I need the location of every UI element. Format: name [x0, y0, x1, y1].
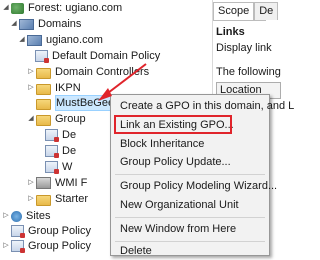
collapse-arrow-icon[interactable]: ◢ [27, 112, 35, 126]
ou-folder-icon [36, 67, 51, 79]
collapse-arrow-icon[interactable]: ◢ [18, 33, 26, 47]
sites-icon [11, 210, 22, 222]
tree-node-gpo[interactable]: De [45, 144, 76, 158]
menu-item-gp-update[interactable]: Group Policy Update... [111, 153, 269, 171]
wmi-label: WMI F [55, 177, 88, 189]
starter-label: Starter [55, 193, 89, 205]
tab-divider [213, 20, 266, 21]
gp-results-icon [11, 240, 25, 253]
tree-node-domain-controllers[interactable]: ▷ Domain Controllers [27, 65, 149, 79]
domain-controllers-label: Domain Controllers [55, 66, 150, 78]
sites-label: Sites [26, 210, 51, 222]
ikpn-label: IKPN [55, 82, 81, 94]
expand-arrow-icon[interactable]: ▷ [27, 81, 35, 95]
menu-item-gp-modeling-wizard[interactable]: Group Policy Modeling Wizard... [111, 177, 277, 195]
domains-label: Domains [38, 18, 82, 30]
menu-item-create-gpo[interactable]: Create a GPO in this domain, and L [111, 97, 294, 115]
tree-node-gpo[interactable]: W [45, 160, 72, 174]
gp-results-label: Group Policy [28, 240, 91, 252]
tree-node-domain[interactable]: ◢ ugiano.com [18, 33, 103, 47]
expand-arrow-icon[interactable]: ▷ [27, 176, 35, 190]
tab-scope[interactable]: Scope [213, 2, 255, 20]
expand-arrow-icon[interactable]: ▷ [27, 192, 35, 206]
links-heading: Links [216, 26, 245, 38]
group-policy-objects-label: Group [55, 113, 86, 125]
ou-folder-icon [36, 98, 51, 110]
tree-node-forest[interactable]: ◢ Forest: ugiano.com [2, 1, 122, 15]
expand-arrow-icon[interactable]: ▷ [2, 209, 10, 223]
menu-separator [115, 217, 265, 218]
tree-node-gp-modeling[interactable]: Group Policy [11, 224, 91, 238]
tree-node-ikpn[interactable]: ▷ IKPN [27, 81, 81, 95]
wmi-filter-icon [36, 177, 51, 189]
display-links-label: Display link [216, 42, 272, 54]
tree-node-wmi-filters[interactable]: ▷ WMI F [27, 176, 87, 190]
gpo-link-icon [35, 50, 49, 63]
menu-item-block-inheritance[interactable]: Block Inheritance [111, 135, 269, 153]
tree-node-starter-gpos[interactable]: ▷ Starter [27, 192, 88, 206]
gpo-label: W [62, 161, 73, 173]
gpo-icon [45, 145, 59, 158]
red-highlight-box [114, 115, 232, 134]
tree-node-sites[interactable]: ▷ Sites [2, 209, 50, 223]
domains-icon [19, 18, 34, 30]
context-menu: Create a GPO in this domain, and L Link … [110, 94, 294, 257]
collapse-arrow-icon[interactable]: ◢ [2, 1, 10, 15]
default-policy-label: Default Domain Policy [52, 50, 161, 62]
tree-node-default-domain-policy[interactable]: Default Domain Policy [35, 49, 160, 63]
collapse-arrow-icon[interactable]: ◢ [10, 17, 18, 31]
tree-node-domains[interactable]: ◢ Domains [10, 17, 81, 31]
gpo-icon [45, 129, 59, 142]
gpo-label: De [62, 129, 77, 141]
expand-arrow-icon[interactable]: ▷ [2, 239, 10, 253]
starter-gpo-folder-icon [36, 194, 51, 206]
tree-node-gp-results[interactable]: ▷ Group Policy [2, 239, 91, 253]
tree-node-group-policy-objects[interactable]: ◢ Group [27, 112, 86, 126]
menu-item-new-window[interactable]: New Window from Here [111, 220, 269, 238]
domain-icon [27, 34, 42, 46]
gp-modeling-icon [11, 225, 25, 238]
gp-modeling-label: Group Policy [28, 225, 91, 237]
following-text: The following [216, 66, 281, 78]
expand-arrow-icon[interactable]: ▷ [27, 65, 35, 79]
gpo-label: De [62, 145, 77, 157]
tab-details[interactable]: De [254, 2, 279, 20]
gpo-icon [45, 161, 59, 174]
tree-node-gpo[interactable]: De [45, 128, 76, 142]
forest-label: Forest: ugiano.com [28, 2, 123, 14]
menu-separator [115, 174, 265, 175]
details-tabs: Scope De [213, 2, 279, 20]
gpo-container-icon [36, 114, 51, 126]
menu-item-new-ou[interactable]: New Organizational Unit [111, 196, 269, 214]
domain-label: ugiano.com [46, 34, 103, 46]
forest-icon [11, 2, 24, 14]
menu-item-delete[interactable]: Delete [111, 242, 269, 260]
ou-folder-icon [36, 83, 51, 95]
